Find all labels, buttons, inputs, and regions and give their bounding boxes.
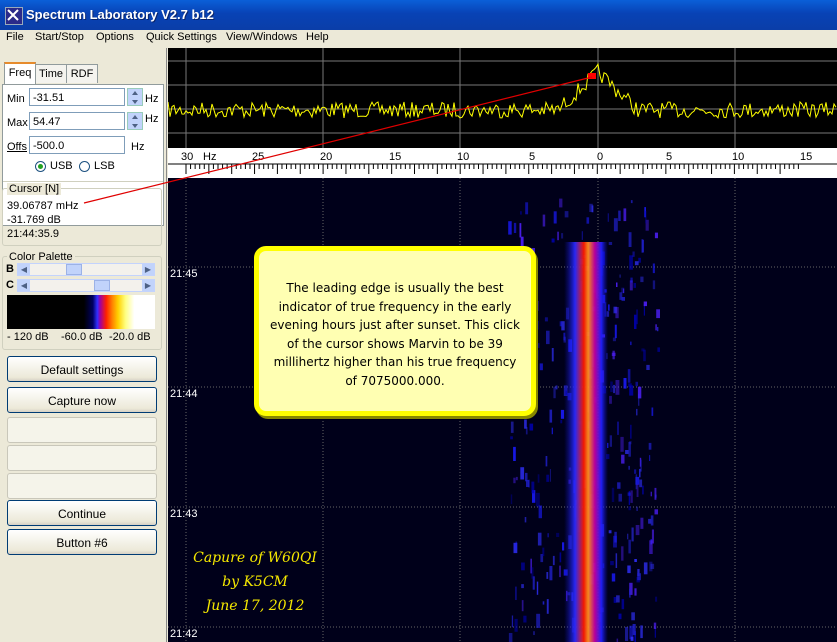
caption-line-2: by K5CM	[222, 574, 288, 590]
annotation-callout: The leading edge is usually the best ind…	[254, 246, 536, 416]
caption-line-3: June 17, 2012	[205, 598, 305, 614]
caption-line-1: Capure of W60QI	[193, 550, 317, 566]
annotation-text: The leading edge is usually the best ind…	[270, 281, 520, 388]
capture-caption: Capure of W60QI by K5CM June 17, 2012	[180, 546, 330, 618]
